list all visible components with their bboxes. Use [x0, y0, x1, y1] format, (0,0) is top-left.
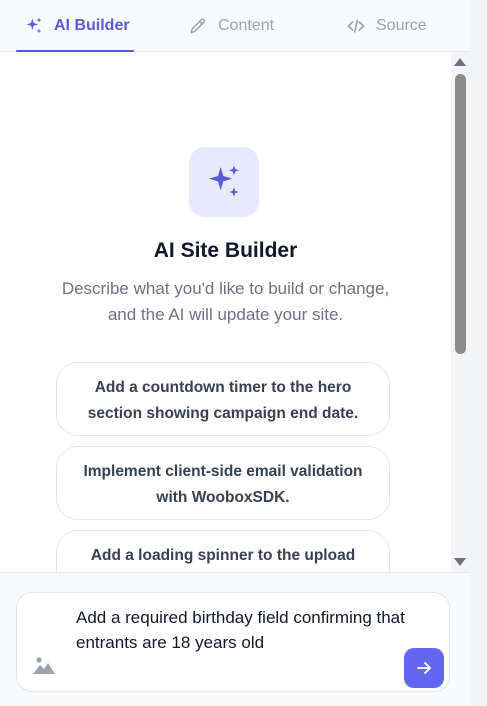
pencil-icon: [190, 18, 206, 34]
scroll-thumb[interactable]: [455, 74, 466, 354]
page-title: AI Site Builder: [153, 239, 298, 262]
composer-area: Add a required birthday field confirming…: [0, 572, 470, 706]
prompt-input[interactable]: Add a required birthday field confirming…: [16, 592, 450, 692]
suggestion-button[interactable]: Add a countdown timer to the hero sectio…: [56, 362, 390, 436]
tab-ai-builder[interactable]: AI Builder: [16, 0, 134, 52]
arrow-right-icon: [417, 662, 431, 674]
tab-content[interactable]: Content: [188, 0, 274, 52]
send-button[interactable]: [404, 648, 444, 688]
conversation-area: AI Site Builder Describe what you'd like…: [0, 52, 470, 572]
sparkles-icon: [209, 165, 239, 197]
image-icon[interactable]: [32, 655, 56, 675]
tab-bar: AI Builder Content Source: [0, 0, 470, 52]
sparkles-icon: [26, 17, 42, 34]
scroll-down-arrow-icon[interactable]: [454, 558, 466, 566]
scroll-up-arrow-icon[interactable]: [454, 58, 466, 66]
ai-builder-panel: AI Builder Content Source AI Site Builde…: [0, 0, 470, 706]
outer-scroll-gutter: [470, 0, 487, 706]
suggestion-button[interactable]: Implement client-side email validation w…: [56, 446, 390, 520]
tab-source-label: Source: [376, 17, 427, 34]
code-icon: [347, 19, 365, 33]
tab-content-label: Content: [218, 17, 275, 34]
page-subtitle: Describe what you'd like to build or cha…: [61, 279, 390, 324]
suggestion-button[interactable]: Add a loading spinner to the upload: [56, 530, 390, 572]
vertical-scrollbar[interactable]: [451, 52, 470, 572]
tab-ai-builder-label: AI Builder: [54, 17, 130, 34]
tab-source[interactable]: Source: [346, 0, 427, 52]
hero-icon-tile: [189, 147, 259, 217]
prompt-input-text[interactable]: Add a required birthday field confirming…: [76, 605, 416, 655]
